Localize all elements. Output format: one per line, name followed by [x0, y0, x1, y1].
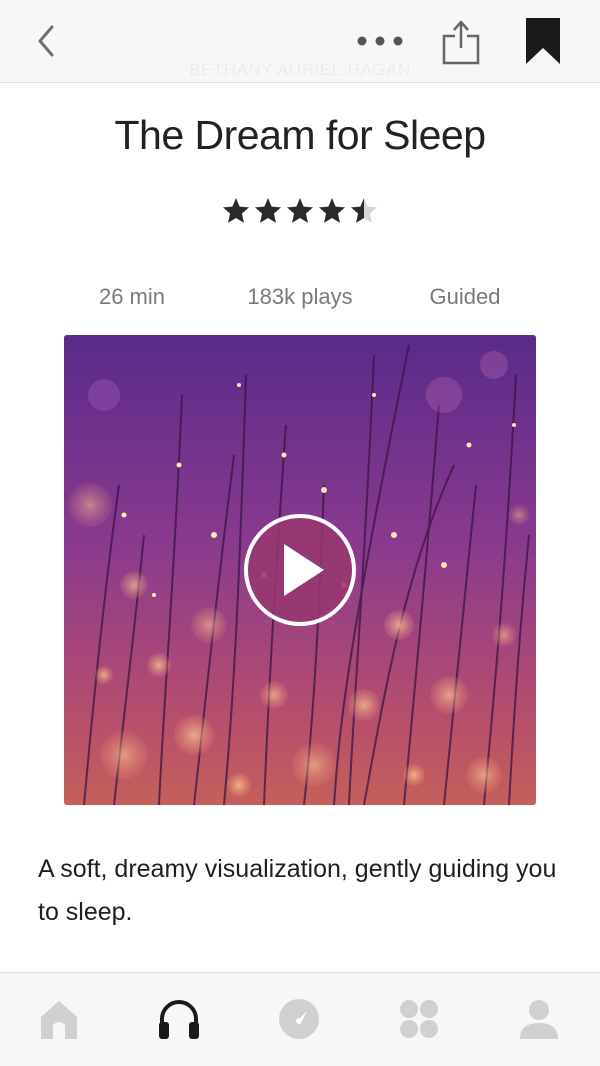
top-bar: BETHANY AURIEL-HAGAN	[0, 0, 600, 83]
star-filled-icon	[287, 198, 313, 223]
tab-apps[interactable]	[389, 991, 449, 1047]
play-button[interactable]	[244, 514, 356, 626]
apps-grid-icon	[400, 1000, 438, 1038]
tab-explore[interactable]	[269, 991, 329, 1047]
bookmark-filled-icon	[526, 18, 560, 64]
star-filled-icon	[255, 198, 281, 223]
watermark-text: BETHANY AURIEL-HAGAN	[189, 60, 411, 79]
star-half-icon	[351, 198, 377, 223]
profile-icon	[520, 1000, 558, 1039]
home-icon	[41, 1001, 77, 1039]
star-rating	[0, 196, 600, 226]
tab-listen[interactable]	[149, 991, 209, 1047]
session-type-label: Guided	[429, 284, 501, 309]
headphones-icon	[159, 1000, 199, 1039]
duration-label: 26 min	[98, 284, 166, 309]
ellipsis-icon	[357, 36, 403, 46]
plays-count-label: 183k plays	[247, 284, 353, 309]
session-title: The Dream for Sleep	[114, 112, 486, 158]
play-icon	[284, 544, 324, 596]
chevron-left-icon	[38, 25, 54, 57]
more-options-button[interactable]	[350, 26, 410, 56]
bottom-tab-bar	[0, 972, 600, 1066]
tab-home[interactable]	[29, 991, 89, 1047]
tab-profile[interactable]	[509, 991, 569, 1047]
star-filled-icon	[319, 198, 345, 223]
share-icon	[442, 20, 480, 65]
compass-icon	[279, 999, 319, 1039]
back-button[interactable]	[30, 20, 62, 62]
session-description: A soft, dreamy visualization, gently gui…	[38, 855, 557, 926]
star-filled-icon	[223, 198, 249, 223]
